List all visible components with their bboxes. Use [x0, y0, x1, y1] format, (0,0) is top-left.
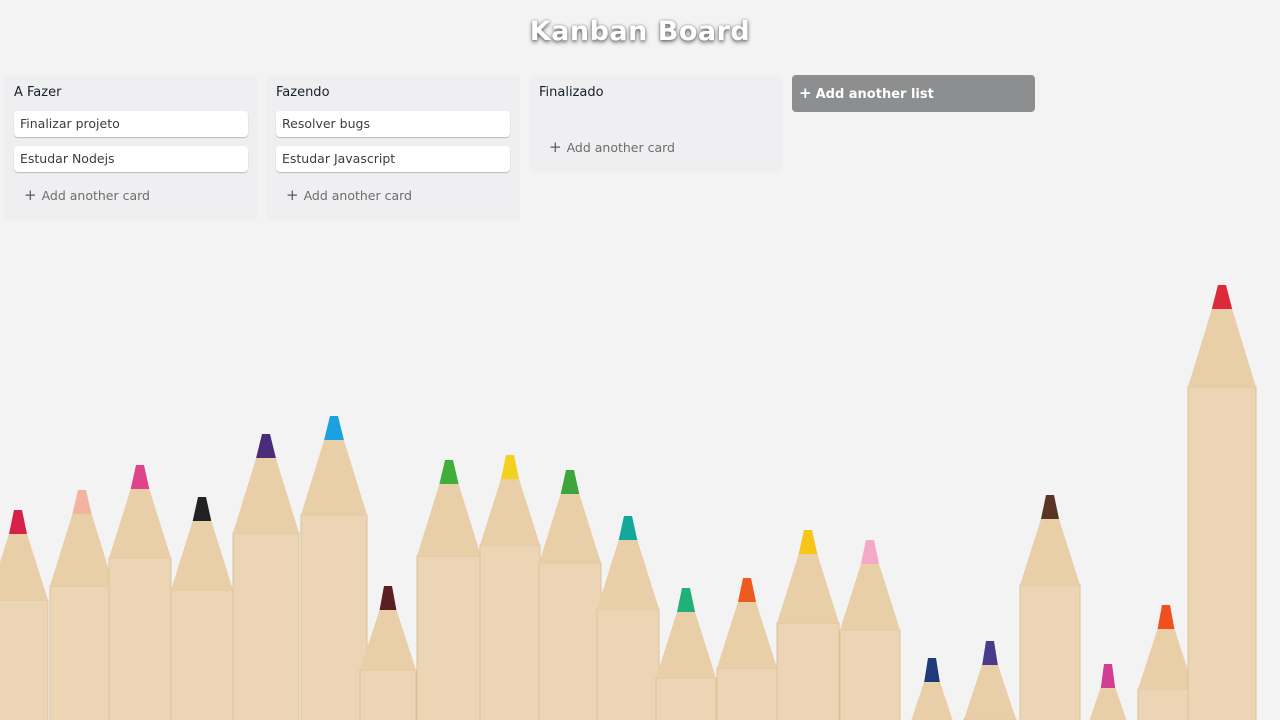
- add-card-button[interactable]: + Add another card: [24, 184, 224, 206]
- card-finalizar-projeto[interactable]: Finalizar projeto: [14, 111, 248, 137]
- pencil-11: [596, 516, 660, 720]
- list-fazendo: Fazendo Resolver bugs Estudar Javascript…: [266, 76, 520, 220]
- add-list-label: Add another list: [815, 87, 934, 102]
- page-title: Kanban Board: [529, 16, 751, 47]
- plus-icon: +: [549, 138, 562, 156]
- pencil-10: [538, 470, 602, 720]
- pencil-2: [49, 490, 115, 720]
- card-estudar-nodejs[interactable]: Estudar Nodejs: [14, 146, 248, 172]
- pencil-19: [1089, 664, 1127, 720]
- list-finalizado: Finalizado + Add another card: [529, 76, 783, 172]
- pencil-4: [170, 497, 234, 720]
- list-a-fazer: A Fazer Finalizar projeto Estudar Nodejs…: [4, 76, 258, 220]
- list-title: Finalizado: [539, 85, 604, 100]
- pencil-21: [1187, 285, 1257, 720]
- pencil-20: [1137, 605, 1195, 720]
- plus-icon: +: [286, 186, 299, 204]
- add-card-button[interactable]: + Add another card: [286, 184, 486, 206]
- pencil-6: [300, 416, 368, 720]
- plus-icon: +: [24, 186, 37, 204]
- pencil-3: [108, 465, 172, 720]
- pencil-1: [0, 510, 49, 720]
- add-list-button[interactable]: + Add another list: [792, 75, 1035, 112]
- pencil-13: [716, 578, 778, 720]
- pencil-8: [416, 460, 482, 720]
- card-estudar-javascript[interactable]: Estudar Javascript: [276, 146, 510, 172]
- add-card-button[interactable]: + Add another card: [549, 136, 749, 158]
- pencil-7: [359, 586, 417, 720]
- pencil-5: [232, 434, 300, 720]
- pencil-12: [655, 588, 717, 720]
- add-card-label: Add another card: [41, 188, 150, 203]
- pencil-14: [776, 530, 840, 720]
- list-title: A Fazer: [14, 85, 62, 100]
- pencil-15: [839, 540, 901, 720]
- list-title: Fazendo: [276, 85, 330, 100]
- pencil-16: [911, 658, 953, 720]
- pencil-9: [479, 455, 541, 720]
- pencil-18: [1019, 495, 1081, 720]
- add-card-label: Add another card: [303, 188, 412, 203]
- plus-icon: +: [799, 84, 812, 102]
- card-resolver-bugs[interactable]: Resolver bugs: [276, 111, 510, 137]
- pencil-17: [963, 641, 1017, 720]
- add-card-label: Add another card: [566, 140, 675, 155]
